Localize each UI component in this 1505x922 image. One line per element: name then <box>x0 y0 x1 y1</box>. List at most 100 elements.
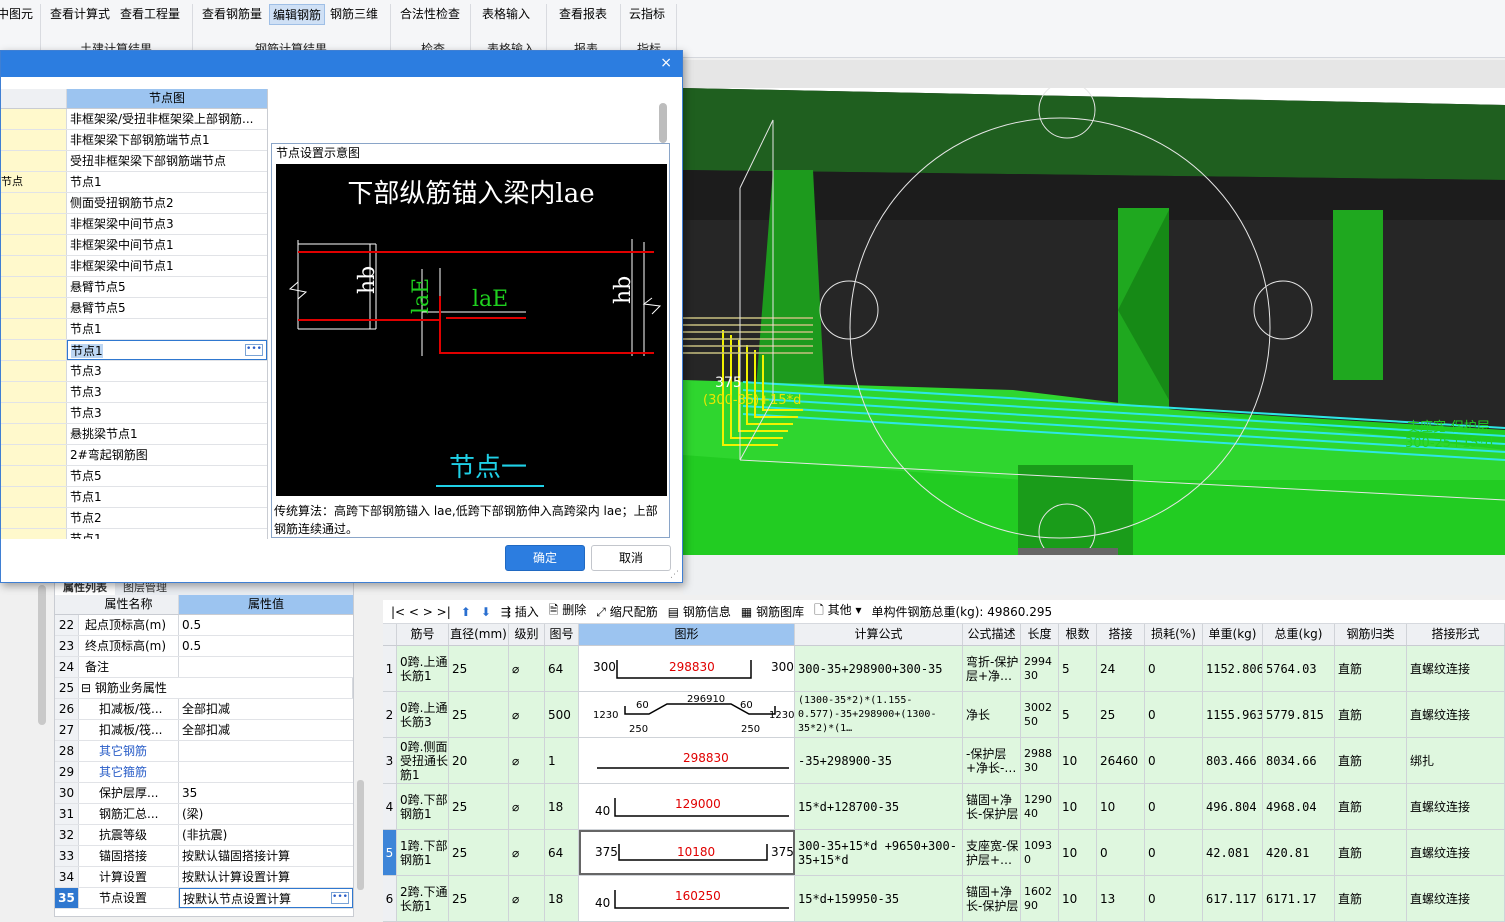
table-row[interactable]: 1 0跨.上通长筋1 25 ⌀ 64 300 298830 300 300-35… <box>383 646 1505 692</box>
ribbon-btn-view-rebar[interactable]: 查看钢筋量 <box>199 4 265 23</box>
ribbon-btn-edit-rebar[interactable]: 编辑钢筋 <box>269 4 326 25</box>
property-value[interactable]: 全部扣减 <box>179 699 353 719</box>
node-list-item[interactable]: 节点1 <box>1 487 267 508</box>
cell-quantity[interactable]: 10 <box>1059 738 1097 783</box>
cell-grade[interactable]: ⌀ <box>509 646 545 691</box>
cell-category[interactable]: 直筋 <box>1335 646 1407 691</box>
cell-description[interactable]: 支座宽-保护层+… <box>963 830 1021 875</box>
property-value-node-setting[interactable]: 按默认节点设置计算 ••• <box>179 888 353 908</box>
cell-unit-weight[interactable]: 617.117 <box>1203 876 1263 921</box>
ribbon-btn-view-quantity[interactable]: 查看工程量 <box>117 4 183 23</box>
move-up-icon[interactable]: ⬆ <box>461 605 471 619</box>
node-list-item-value[interactable]: 2#弯起钢筋图 <box>67 445 267 465</box>
cell-length[interactable]: 160290 <box>1021 876 1059 921</box>
cell-diameter[interactable]: 25 <box>449 692 509 737</box>
cell-formula[interactable]: (1300-35*2)*(1.155-0.577)-35+298900+(130… <box>795 692 963 737</box>
node-list-item-value[interactable]: 节点3 <box>67 382 267 402</box>
cell-lap[interactable]: 24 <box>1097 646 1145 691</box>
nav-buttons[interactable]: |< < > >| <box>391 605 451 619</box>
node-list-item[interactable]: 节点3 <box>1 382 267 403</box>
cell-figure-no[interactable]: 18 <box>545 784 579 829</box>
node-list-item[interactable]: 悬挑梁节点1 <box>1 424 267 445</box>
property-row[interactable]: 26 扣减板/筏... 全部扣减 <box>55 699 353 720</box>
node-list-item[interactable]: 节点3 <box>1 403 267 424</box>
cell-quantity[interactable]: 10 <box>1059 830 1097 875</box>
node-list-item[interactable]: 节点1 <box>1 529 267 539</box>
insert-button[interactable]: ⇶ 插入 <box>501 603 539 620</box>
properties-scrollbar[interactable] <box>357 780 364 890</box>
cell-formula[interactable]: 15*d+159950-35 <box>795 876 963 921</box>
scale-rebar-button[interactable]: ⤢ 缩尺配筋 <box>596 603 657 620</box>
cell-lap-type[interactable]: 直螺纹连接 <box>1407 830 1505 875</box>
property-value[interactable]: 按默认计算设置计算 <box>179 867 353 887</box>
node-list-item[interactable]: 侧面受扭钢筋节点2 <box>1 193 267 214</box>
property-value[interactable]: 全部扣减 <box>179 720 353 740</box>
property-value[interactable]: 35 <box>179 783 353 803</box>
node-list-item-value[interactable]: 节点1 <box>67 529 267 539</box>
cell-lap[interactable]: 10 <box>1097 784 1145 829</box>
ribbon-btn-validity-check[interactable]: 合法性检查 <box>397 4 463 23</box>
cell-lap[interactable]: 13 <box>1097 876 1145 921</box>
cell-category[interactable]: 直筋 <box>1335 692 1407 737</box>
cell-figure-no[interactable]: 18 <box>545 876 579 921</box>
property-row[interactable]: 27 扣减板/筏... 全部扣减 <box>55 720 353 741</box>
rebar-3d-viewport[interactable]: 375 (300-35)+15*d 支座宽-保护层 300-25+15*d <box>683 60 1505 555</box>
cell-lap-type[interactable]: 绑扎 <box>1407 738 1505 783</box>
ellipsis-icon[interactable]: ••• <box>245 344 263 356</box>
property-row[interactable]: 30 保护层厚... 35 <box>55 783 353 804</box>
node-list-item-value[interactable]: 节点2 <box>67 508 267 528</box>
cell-lap-type[interactable]: 直螺纹连接 <box>1407 692 1505 737</box>
cell-loss[interactable]: 0 <box>1145 738 1203 783</box>
cell-unit-weight[interactable]: 1152.806 <box>1203 646 1263 691</box>
node-list-item-value[interactable]: 节点1 ••• <box>67 340 267 360</box>
node-list-item[interactable]: 节点3 <box>1 361 267 382</box>
list-scrollbar[interactable] <box>659 103 667 143</box>
cell-grade[interactable]: ⌀ <box>509 692 545 737</box>
node-list-item[interactable]: 2#弯起钢筋图 <box>1 445 267 466</box>
dialog-titlebar[interactable]: × <box>1 51 682 77</box>
table-row[interactable]: 2 0跨.上通长筋3 25 ⌀ 500 1230 60 296910 60 12… <box>383 692 1505 738</box>
node-list-item-value[interactable]: 侧面受扭钢筋节点2 <box>67 193 267 213</box>
cell-unit-weight[interactable]: 42.081 <box>1203 830 1263 875</box>
cell-loss[interactable]: 0 <box>1145 692 1203 737</box>
node-list-item-value[interactable]: 非框架梁下部钢筋端节点1 <box>67 130 267 150</box>
cell-bar-no[interactable]: 1跨.下部钢筋1 <box>397 830 449 875</box>
cell-quantity[interactable]: 10 <box>1059 876 1097 921</box>
table-row[interactable]: 4 0跨.下部钢筋1 25 ⌀ 18 40 129000 15*d+128700… <box>383 784 1505 830</box>
cell-formula[interactable]: 300-35+298900+300-35 <box>795 646 963 691</box>
property-row[interactable]: 32 抗震等级 (非抗震) <box>55 825 353 846</box>
property-row[interactable]: 24 备注 <box>55 657 353 678</box>
node-list-item[interactable]: 节点2 <box>1 508 267 529</box>
cell-formula[interactable]: -35+298900-35 <box>795 738 963 783</box>
ribbon-btn-element[interactable]: 中图元 <box>0 4 36 23</box>
property-row[interactable]: 34 计算设置 按默认计算设置计算 <box>55 867 353 888</box>
other-dropdown[interactable]: 🗋 其他 ▾ <box>814 601 861 622</box>
cell-category[interactable]: 直筋 <box>1335 784 1407 829</box>
cell-formula[interactable]: 15*d+128700-35 <box>795 784 963 829</box>
cell-bar-no[interactable]: 0跨.上通长筋3 <box>397 692 449 737</box>
cell-grade[interactable]: ⌀ <box>509 784 545 829</box>
property-value[interactable] <box>179 657 353 677</box>
cancel-button[interactable]: 取消 <box>591 545 671 571</box>
left-panel-scrollbar[interactable] <box>38 585 46 725</box>
cell-lap-type[interactable]: 直螺纹连接 <box>1407 784 1505 829</box>
node-list-item[interactable]: 非框架梁中间节点3 <box>1 214 267 235</box>
property-value[interactable]: (非抗震) <box>179 825 353 845</box>
close-icon[interactable]: × <box>660 55 672 71</box>
ellipsis-icon[interactable]: ••• <box>331 892 349 904</box>
property-row[interactable]: 23 终点顶标高(m) 0.5 <box>55 636 353 657</box>
cell-unit-weight[interactable]: 803.466 <box>1203 738 1263 783</box>
cell-bar-no[interactable]: 0跨.上通长筋1 <box>397 646 449 691</box>
table-row[interactable]: 6 2跨.下通长筋1 25 ⌀ 18 40 160250 15*d+159950… <box>383 876 1505 922</box>
cell-figure-no[interactable]: 500 <box>545 692 579 737</box>
property-row[interactable]: 29 其它箍筋 <box>55 762 353 783</box>
cell-shape[interactable]: 40 129000 <box>579 784 795 829</box>
property-row[interactable]: 31 钢筋汇总... (梁) <box>55 804 353 825</box>
property-value[interactable] <box>179 741 353 761</box>
property-value[interactable] <box>179 762 353 782</box>
table-row-selected[interactable]: 5 1跨.下部钢筋1 25 ⌀ 64 375 10180 375 300-35+… <box>383 830 1505 876</box>
cell-bar-no[interactable]: 0跨.下部钢筋1 <box>397 784 449 829</box>
node-list-item-value[interactable]: 节点1 <box>67 172 267 192</box>
cell-description[interactable]: -保护层+净长-… <box>963 738 1021 783</box>
cell-lap[interactable]: 26460 <box>1097 738 1145 783</box>
